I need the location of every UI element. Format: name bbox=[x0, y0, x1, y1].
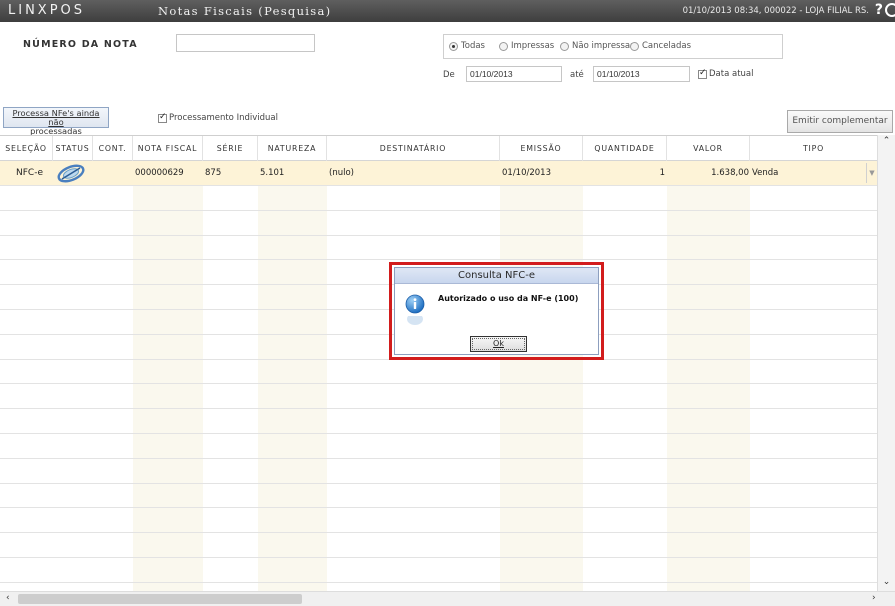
radio-indicator bbox=[560, 41, 569, 51]
grid-row-divider bbox=[0, 582, 877, 583]
data-atual-checkbox[interactable]: Data atual bbox=[698, 68, 754, 79]
data-atual-label: Data atual bbox=[709, 69, 754, 79]
ok-button[interactable]: Ok bbox=[470, 336, 527, 352]
dialog-highlight-frame: Consulta NFC-e Autorizado o uso da NF-e … bbox=[389, 262, 604, 360]
col-header-selecao[interactable]: SELEÇÃO bbox=[0, 136, 53, 161]
checkbox-indicator bbox=[698, 68, 707, 79]
radio-indicator bbox=[630, 41, 639, 51]
grid-header: SELEÇÃO STATUS CONT. NOTA FISCAL SÉRIE N… bbox=[0, 136, 877, 161]
grid-row-divider bbox=[0, 383, 877, 384]
clock-icon[interactable] bbox=[885, 3, 895, 17]
cell-serie: 875 bbox=[205, 168, 222, 178]
grid-row-divider bbox=[0, 557, 877, 558]
checkbox-indicator bbox=[158, 112, 167, 123]
tipo-dropdown-icon[interactable]: ▼ bbox=[866, 163, 877, 183]
grid-row-divider bbox=[0, 532, 877, 533]
grid-row-divider bbox=[0, 507, 877, 508]
screen-title: Notas Fiscais (Pesquisa) bbox=[158, 4, 332, 18]
data-inicio-input[interactable] bbox=[466, 66, 562, 82]
radio-impressas-label: Impressas bbox=[511, 41, 555, 51]
de-label: De bbox=[443, 70, 455, 80]
radio-canceladas-label: Canceladas bbox=[642, 41, 692, 51]
col-header-destinatario[interactable]: DESTINATÁRIO bbox=[327, 136, 500, 161]
grid-row-divider bbox=[0, 259, 877, 260]
consulta-nfce-dialog: Consulta NFC-e Autorizado o uso da NF-e … bbox=[394, 267, 599, 355]
radio-nao-impressas[interactable]: Não impressas bbox=[560, 41, 635, 51]
col-header-tipo[interactable]: TIPO bbox=[750, 136, 877, 161]
processamento-individual-label: Processamento Individual bbox=[169, 113, 278, 123]
radio-indicator bbox=[499, 41, 508, 51]
scroll-left-icon[interactable]: ‹ bbox=[6, 593, 10, 603]
column-shade bbox=[133, 161, 203, 592]
dialog-title: Consulta NFC-e bbox=[395, 268, 598, 284]
processa-nfe-button[interactable]: Processa NFe's ainda não processadas bbox=[3, 107, 109, 136]
emitir-complementar-button[interactable]: Emitir complementar bbox=[787, 110, 893, 133]
radio-impressas[interactable]: Impressas bbox=[499, 41, 554, 51]
horizontal-scroll-thumb[interactable] bbox=[18, 594, 302, 604]
nfe-status-icon bbox=[57, 164, 85, 183]
ok-button-label: Ok bbox=[493, 339, 504, 348]
radio-canceladas[interactable]: Canceladas bbox=[630, 41, 691, 51]
cell-selecao: NFC-e bbox=[16, 168, 43, 178]
grid-row-divider bbox=[0, 408, 877, 409]
grid-row-divider bbox=[0, 458, 877, 459]
col-header-quantidade[interactable]: QUANTIDADE bbox=[583, 136, 667, 161]
processa-button-line1: Processa NFe's ainda não bbox=[12, 108, 100, 127]
info-icon bbox=[405, 294, 425, 314]
numero-nota-input[interactable] bbox=[176, 34, 315, 52]
grid-row-divider bbox=[0, 483, 877, 484]
info-icon-reflection bbox=[407, 316, 423, 325]
radio-nao-impressas-label: Não impressas bbox=[572, 41, 635, 51]
app-logo: LINXPOS bbox=[8, 3, 86, 18]
table-row[interactable]: NFC-e 000000629 875 5.101 (nulo) 01/10/2… bbox=[0, 161, 877, 185]
grid-row-divider bbox=[0, 210, 877, 211]
column-shade bbox=[500, 161, 583, 592]
cell-valor: 1.638,00 bbox=[711, 168, 749, 178]
cell-emissao: 01/10/2013 bbox=[502, 168, 551, 178]
col-header-status[interactable]: STATUS bbox=[53, 136, 93, 161]
col-header-nota-fiscal[interactable]: NOTA FISCAL bbox=[133, 136, 203, 161]
scroll-down-icon[interactable]: ⌄ bbox=[878, 577, 895, 591]
col-header-emissao[interactable]: EMISSÃO bbox=[500, 136, 583, 161]
cell-destinatario: (nulo) bbox=[329, 168, 354, 178]
col-header-natureza[interactable]: NATUREZA bbox=[258, 136, 327, 161]
col-header-serie[interactable]: SÉRIE bbox=[203, 136, 258, 161]
data-fim-input[interactable] bbox=[593, 66, 690, 82]
session-info: 01/10/2013 08:34, 000022 - LOJA FILIAL R… bbox=[682, 6, 869, 16]
grid-row-divider bbox=[0, 185, 877, 186]
dialog-message: Autorizado o uso da NF-e (100) bbox=[438, 294, 579, 303]
help-icon[interactable]: ? bbox=[875, 2, 883, 18]
scroll-up-icon[interactable]: ⌃ bbox=[878, 136, 895, 150]
grid-row-divider bbox=[0, 433, 877, 434]
numero-nota-label: NÚMERO DA NOTA bbox=[23, 39, 138, 50]
cell-nota-fiscal: 000000629 bbox=[135, 168, 184, 178]
title-bar: LINXPOS Notas Fiscais (Pesquisa) 01/10/2… bbox=[0, 0, 895, 22]
radio-todas-label: Todas bbox=[461, 41, 485, 51]
cell-natureza: 5.101 bbox=[260, 168, 285, 178]
column-shade bbox=[667, 161, 750, 592]
scroll-right-icon[interactable]: › bbox=[872, 593, 876, 603]
cell-tipo: Venda bbox=[752, 168, 779, 178]
processamento-individual-checkbox[interactable]: Processamento Individual bbox=[158, 112, 278, 123]
radio-todas[interactable]: Todas bbox=[449, 41, 485, 51]
column-shade bbox=[258, 161, 327, 592]
col-header-valor[interactable]: VALOR bbox=[667, 136, 750, 161]
status-filter-group: Todas Impressas Não impressas Canceladas bbox=[443, 34, 783, 59]
cell-quantidade: 1 bbox=[659, 168, 665, 178]
radio-indicator bbox=[449, 41, 458, 51]
vertical-scrollbar[interactable]: ⌃ ⌄ bbox=[877, 135, 895, 592]
horizontal-scrollbar[interactable]: ‹ › bbox=[0, 591, 895, 606]
grid-row-divider bbox=[0, 235, 877, 236]
col-header-cont[interactable]: CONT. bbox=[93, 136, 133, 161]
ate-label: até bbox=[570, 70, 584, 80]
notas-grid: SELEÇÃO STATUS CONT. NOTA FISCAL SÉRIE N… bbox=[0, 135, 877, 592]
